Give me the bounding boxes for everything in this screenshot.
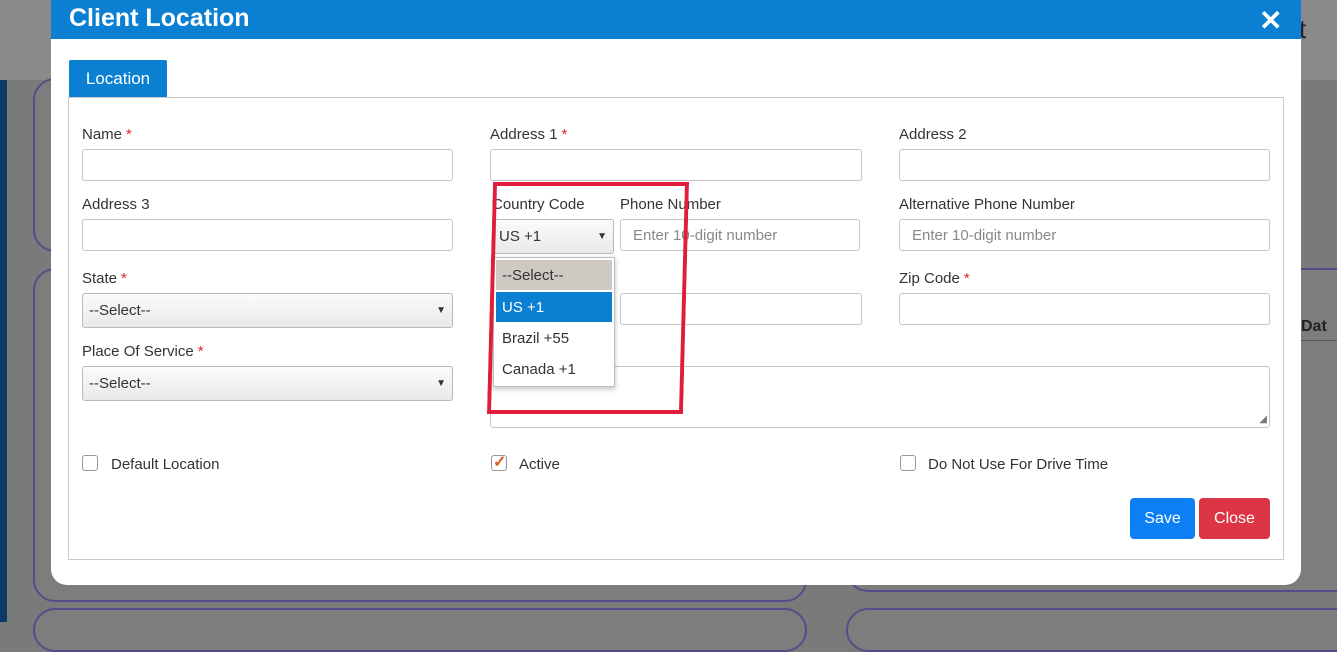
client-location-modal: Client Location ✕ Location Name * Address… [51, 0, 1301, 585]
address3-label: Address 3 [82, 196, 150, 213]
modal-header: Client Location ✕ [51, 0, 1301, 39]
modal-title: Client Location [69, 4, 250, 32]
zip-code-input[interactable] [899, 293, 1270, 325]
address3-input[interactable] [82, 219, 453, 251]
state-value: --Select-- [89, 302, 151, 319]
place-of-service-label: Place Of Service * [82, 343, 204, 360]
chevron-down-icon: ▼ [436, 305, 446, 316]
background-card [846, 608, 1337, 652]
name-input[interactable] [82, 149, 453, 181]
background-card [33, 608, 807, 652]
state-label: State * [82, 270, 127, 287]
close-icon[interactable]: ✕ [1259, 4, 1282, 37]
alt-phone-label: Alternative Phone Number [899, 196, 1075, 213]
address2-input[interactable] [899, 149, 1270, 181]
save-button[interactable]: Save [1130, 498, 1195, 539]
no-drive-time-checkbox[interactable] [900, 455, 916, 471]
zip-code-label: Zip Code * [899, 270, 970, 287]
address1-label: Address 1 * [490, 126, 568, 143]
active-label: Active [519, 456, 560, 473]
place-of-service-select[interactable]: --Select-- ▼ [82, 366, 453, 401]
checkmark-icon: ✓ [493, 454, 507, 471]
name-label: Name * [82, 126, 132, 143]
state-select[interactable]: --Select-- ▼ [82, 293, 453, 328]
no-drive-time-label: Do Not Use For Drive Time [928, 456, 1109, 473]
address2-label: Address 2 [899, 126, 967, 143]
background-column-header: Dat [1301, 318, 1327, 335]
background-divider [1301, 340, 1337, 341]
default-location-checkbox[interactable] [82, 455, 98, 471]
annotation-highlight-box [487, 182, 689, 414]
close-button[interactable]: Close [1199, 498, 1270, 539]
place-of-service-value: --Select-- [89, 375, 151, 392]
background-sidebar [0, 80, 7, 622]
chevron-down-icon: ▼ [436, 378, 446, 389]
address1-input[interactable] [490, 149, 862, 181]
resize-handle-icon[interactable]: ◢ [1259, 414, 1267, 425]
default-location-label: Default Location [111, 456, 220, 473]
tab-location[interactable]: Location [69, 60, 167, 98]
alt-phone-input[interactable]: Enter 10-digit number [899, 219, 1270, 251]
